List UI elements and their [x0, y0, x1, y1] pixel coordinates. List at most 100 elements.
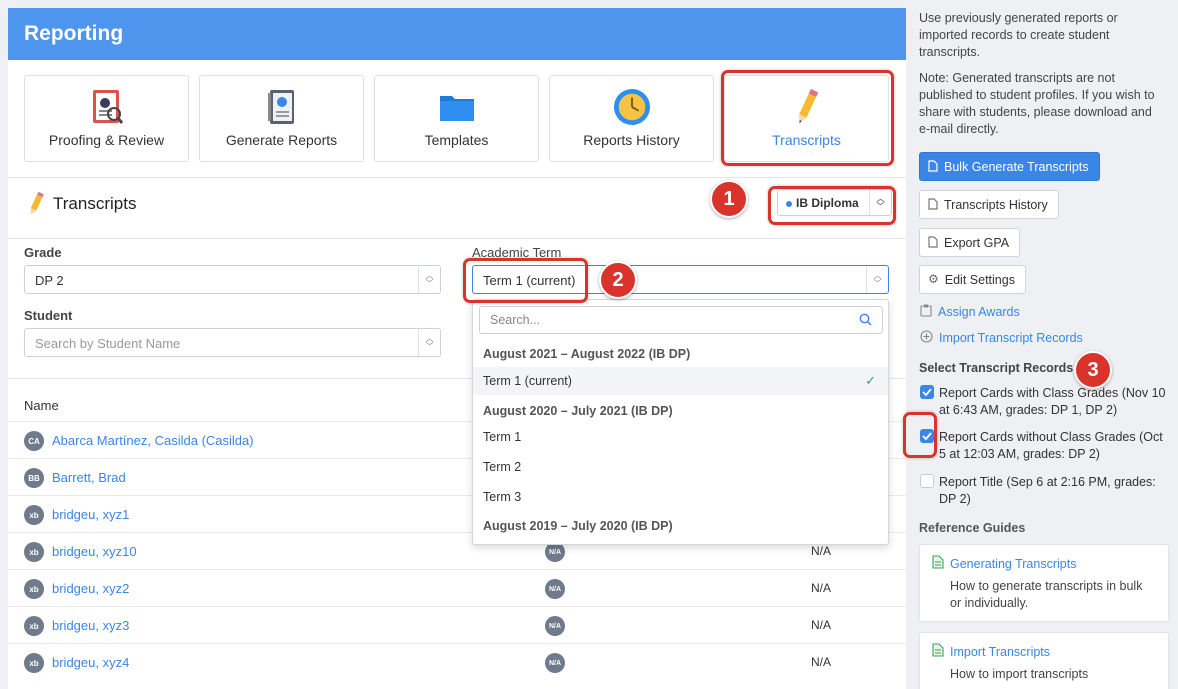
guide-card-import[interactable]: Import Transcripts How to import transcr…	[919, 632, 1169, 689]
document-icon	[932, 643, 944, 660]
tile-label: Proofing & Review	[48, 132, 165, 148]
student-name-link[interactable]: bridgeu, xyz3	[52, 618, 129, 633]
tile-label: Templates	[424, 132, 489, 148]
student-name-link[interactable]: bridgeu, xyz4	[52, 655, 129, 670]
select-arrows-icon: ︿ ﹀	[418, 266, 440, 293]
reference-guides-heading: Reference Guides	[919, 521, 1026, 535]
term-dropdown: Search... August 2021 – August 2022 (IB …	[472, 299, 889, 545]
column-name-header: Name	[24, 398, 59, 413]
na-badge: N/A	[545, 653, 565, 673]
plus-circle-icon	[920, 330, 933, 346]
grade-label: Grade	[24, 245, 62, 260]
checkmark-icon: ✓	[865, 373, 876, 388]
document-icon	[932, 555, 944, 572]
record-label-2: Report Cards without Class Grades (Oct 5…	[939, 430, 1163, 461]
annotation-badge-2: 2	[599, 261, 637, 299]
pdf-icon	[928, 198, 938, 213]
student-name-link[interactable]: bridgeu, xyz2	[52, 581, 129, 596]
tile-generate-reports[interactable]: Generate Reports	[199, 75, 364, 162]
export-gpa-button[interactable]: Export GPA	[919, 228, 1021, 257]
guide-title[interactable]: Generating Transcripts	[950, 557, 1076, 571]
folder-icon	[438, 88, 476, 126]
page-title: Reporting	[8, 8, 906, 60]
avatar: xb	[24, 505, 44, 525]
gear-icon: ⚙	[928, 272, 939, 286]
transcript-value: N/A	[811, 655, 832, 669]
clock-icon	[613, 88, 651, 126]
guide-description: How to generate transcripts in bulk or i…	[950, 579, 1143, 610]
highlight-term-select	[463, 258, 588, 303]
guide-title[interactable]: Import Transcripts	[950, 645, 1050, 659]
dropdown-option-term1[interactable]: Term 1	[473, 423, 888, 451]
student-label: Student	[24, 308, 73, 323]
table-row[interactable]: xb bridgeu, xyz3 N/A N/A	[8, 606, 906, 643]
avatar: CA	[24, 431, 44, 451]
guide-card-generating[interactable]: Generating Transcripts How to generate t…	[919, 544, 1169, 622]
transcript-value: N/A	[811, 618, 832, 632]
clipboard-icon	[920, 304, 932, 320]
highlight-transcripts-tile	[721, 70, 894, 166]
select-arrows-icon: ︿ ﹀	[866, 266, 888, 293]
student-search-placeholder: Search by Student Name	[35, 336, 181, 351]
dropdown-option-term2[interactable]: Term 2	[473, 453, 888, 481]
highlight-program-select	[768, 186, 896, 225]
import-records-link[interactable]: Import Transcript Records	[920, 330, 1083, 346]
dropdown-option-label: Term 1 (current)	[483, 374, 572, 388]
edit-settings-label: Edit Settings	[944, 273, 1015, 287]
tile-proofing-review[interactable]: Proofing & Review	[24, 75, 189, 162]
report-cards-icon	[263, 88, 301, 126]
export-gpa-label: Export GPA	[944, 236, 1010, 250]
transcripts-history-label: Transcripts History	[944, 198, 1048, 212]
avatar: xb	[24, 616, 44, 636]
transcripts-history-button[interactable]: Transcripts History	[919, 190, 1059, 219]
record-label-1: Report Cards with Class Grades (Nov 10 a…	[939, 386, 1166, 417]
tile-reports-history[interactable]: Reports History	[549, 75, 714, 162]
grade-select-value: DP 2	[35, 273, 64, 288]
dropdown-option-term1-current[interactable]: Term 1 (current) ✓	[473, 367, 888, 395]
record-checkbox-1[interactable]	[920, 385, 934, 399]
section-title: Transcripts	[53, 194, 137, 213]
proofing-icon	[88, 88, 126, 126]
student-name-link[interactable]: bridgeu, xyz1	[52, 507, 129, 522]
avatar: xb	[24, 542, 44, 562]
search-icon	[859, 313, 872, 329]
na-badge: N/A	[545, 542, 565, 562]
sidebar-intro: Use previously generated reports or impo…	[919, 11, 1118, 59]
table-row[interactable]: xb bridgeu, xyz2 N/A N/A	[8, 569, 906, 606]
student-name-link[interactable]: bridgeu, xyz10	[52, 544, 137, 559]
sidebar-note: Note: Generated transcripts are not publ…	[919, 71, 1155, 136]
dropdown-search-placeholder: Search...	[490, 313, 541, 327]
dropdown-option-term3[interactable]: Term 3	[473, 483, 888, 511]
assign-awards-link[interactable]: Assign Awards	[920, 304, 1020, 320]
assign-awards-label: Assign Awards	[938, 305, 1020, 319]
grade-select[interactable]: DP 2 ︿ ﹀	[24, 265, 441, 294]
select-records-heading: Select Transcript Records	[919, 361, 1074, 375]
import-records-label: Import Transcript Records	[939, 331, 1083, 345]
annotation-badge-1: 1	[710, 180, 748, 218]
record-checkbox-2[interactable]	[920, 429, 934, 443]
section-pencil-icon	[26, 191, 46, 220]
dropdown-search-input[interactable]: Search...	[479, 306, 883, 334]
avatar: BB	[24, 468, 44, 488]
avatar: xb	[24, 579, 44, 599]
bulk-generate-button[interactable]: Bulk Generate Transcripts	[919, 152, 1100, 181]
tile-label: Reports History	[583, 132, 680, 148]
guide-description: How to import transcripts	[950, 667, 1089, 681]
dropdown-group-2019: August 2019 – July 2020 (IB DP)	[483, 519, 673, 533]
table-row[interactable]: xb bridgeu, xyz4 N/A N/A	[8, 643, 906, 680]
edit-settings-button[interactable]: ⚙ Edit Settings	[919, 265, 1026, 294]
pdf-icon	[928, 160, 938, 175]
student-search[interactable]: Search by Student Name ︿ ﹀	[24, 328, 441, 357]
dropdown-group-2021: August 2021 – August 2022 (IB DP)	[483, 347, 691, 361]
student-name-link[interactable]: Barrett, Brad	[52, 470, 126, 485]
na-badge: N/A	[545, 616, 565, 636]
avatar: xb	[24, 653, 44, 673]
student-name-link[interactable]: Abarca Martínez, Casilda (Casilda)	[52, 433, 254, 448]
file-icon	[928, 236, 938, 251]
transcript-value: N/A	[811, 544, 832, 558]
record-checkbox-3[interactable]	[920, 474, 934, 488]
bulk-generate-label: Bulk Generate Transcripts	[944, 160, 1089, 174]
tile-templates[interactable]: Templates	[374, 75, 539, 162]
record-label-3: Report Title (Sep 6 at 2:16 PM, grades: …	[939, 475, 1156, 506]
transcript-value: N/A	[811, 581, 832, 595]
